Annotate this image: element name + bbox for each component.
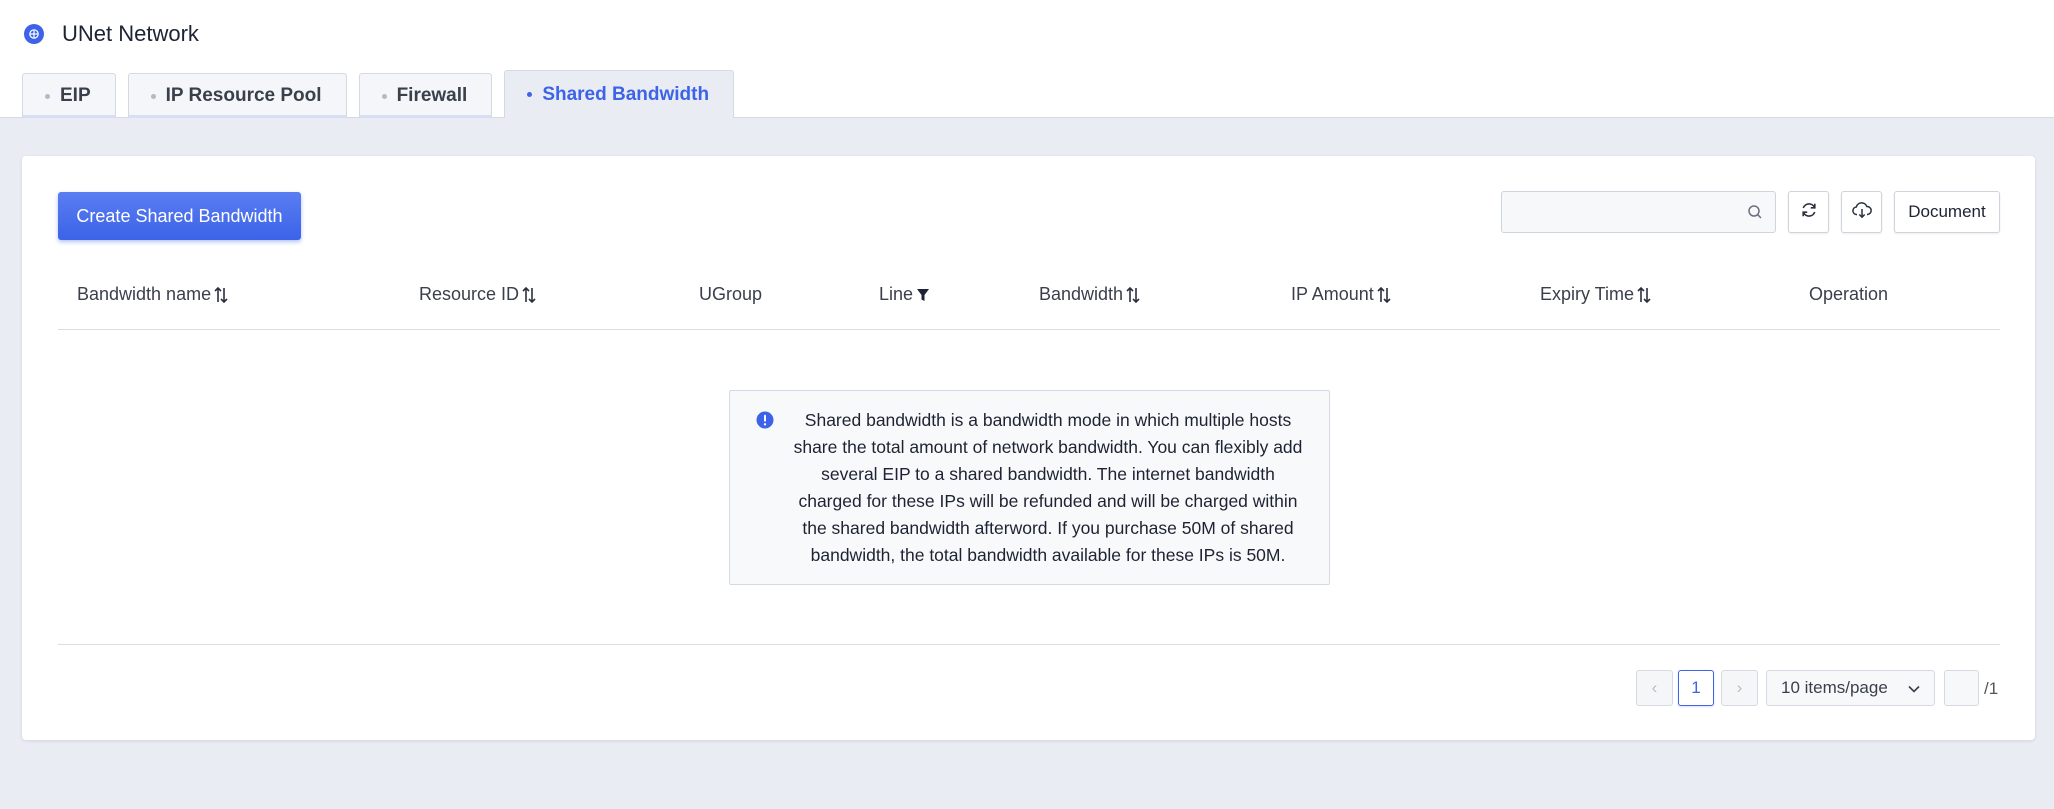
total-pages: /1	[1984, 679, 1999, 698]
sort-icon[interactable]	[1377, 286, 1391, 304]
tab-label: Shared Bandwidth	[542, 83, 710, 105]
refresh-icon	[1799, 200, 1819, 225]
prev-page-button[interactable]: ‹	[1636, 670, 1673, 706]
tab-shared-bandwidth[interactable]: Shared Bandwidth	[504, 70, 735, 118]
column-label: Resource ID	[419, 284, 520, 304]
tab-ip-resource-pool[interactable]: IP Resource Pool	[127, 73, 347, 118]
empty-state-notice: Shared bandwidth is a bandwidth mode in …	[729, 390, 1330, 585]
sort-icon[interactable]	[522, 286, 536, 304]
next-page-button[interactable]: ›	[1721, 670, 1758, 706]
create-shared-bandwidth-button[interactable]: Create Shared Bandwidth	[58, 192, 301, 240]
column-label: UGroup	[699, 284, 763, 304]
column-ip-amount[interactable]: IP Amount	[1291, 284, 1391, 305]
current-page-button[interactable]: 1	[1678, 670, 1714, 706]
tab-dot-icon	[527, 92, 533, 97]
column-bandwidth-name[interactable]: Bandwidth name	[77, 284, 228, 305]
info-icon	[756, 411, 774, 434]
column-label: Expiry Time	[1540, 284, 1635, 304]
tab-label: Firewall	[396, 85, 468, 106]
brand: UNet Network	[24, 20, 199, 48]
tab-dot-icon	[45, 93, 50, 99]
network-icon	[24, 24, 44, 44]
tab-eip[interactable]: EIP	[22, 73, 116, 118]
column-bandwidth[interactable]: Bandwidth	[1039, 284, 1140, 305]
chevron-down-icon	[1908, 678, 1920, 698]
column-label: Bandwidth	[1039, 284, 1124, 304]
table-header: Bandwidth name Resource ID UGroup Line B…	[58, 256, 2000, 330]
column-line[interactable]: Line	[879, 284, 930, 305]
column-label: Bandwidth name	[77, 284, 212, 304]
top-header: UNet Network EIP IP Resource Pool Firewa…	[0, 0, 2054, 118]
page-size-select[interactable]: 10 items/page	[1766, 670, 1935, 706]
tab-label: IP Resource Pool	[165, 85, 322, 106]
refresh-button[interactable]	[1788, 191, 1829, 233]
cloud-download-button[interactable]	[1841, 191, 1882, 233]
content-card: Create Shared Bandwidth Document Bandwid…	[22, 156, 2035, 740]
page-jump-input[interactable]	[1944, 670, 1979, 706]
search-input[interactable]	[1502, 192, 1775, 232]
page-size-value: 10 items/page	[1781, 678, 1888, 697]
column-ugroup: UGroup	[699, 284, 762, 305]
column-label: Line	[879, 284, 914, 304]
cloud-download-icon	[1851, 200, 1873, 225]
search-icon[interactable]	[1747, 204, 1763, 225]
sort-icon[interactable]	[214, 286, 228, 304]
tab-dot-icon	[381, 93, 387, 99]
tab-dot-icon	[150, 93, 156, 99]
empty-state-message: Shared bandwidth is a bandwidth mode in …	[793, 410, 1303, 565]
app-title: UNet Network	[62, 21, 199, 46]
column-operation: Operation	[1809, 284, 1888, 305]
tab-bar: EIP IP Resource Pool Firewall Shared Ban…	[22, 70, 746, 118]
tab-label: EIP	[60, 85, 91, 106]
document-button[interactable]: Document	[1894, 191, 2000, 233]
filter-icon[interactable]	[916, 287, 930, 303]
sort-icon[interactable]	[1126, 286, 1140, 304]
search-box	[1501, 191, 1776, 233]
column-label: Operation	[1809, 284, 1889, 304]
tab-firewall[interactable]: Firewall	[358, 73, 493, 118]
sort-icon[interactable]	[1637, 286, 1651, 304]
column-label: IP Amount	[1291, 284, 1374, 304]
column-expiry-time[interactable]: Expiry Time	[1540, 284, 1651, 305]
column-resource-id[interactable]: Resource ID	[419, 284, 536, 305]
table-footer-divider	[58, 644, 2000, 645]
